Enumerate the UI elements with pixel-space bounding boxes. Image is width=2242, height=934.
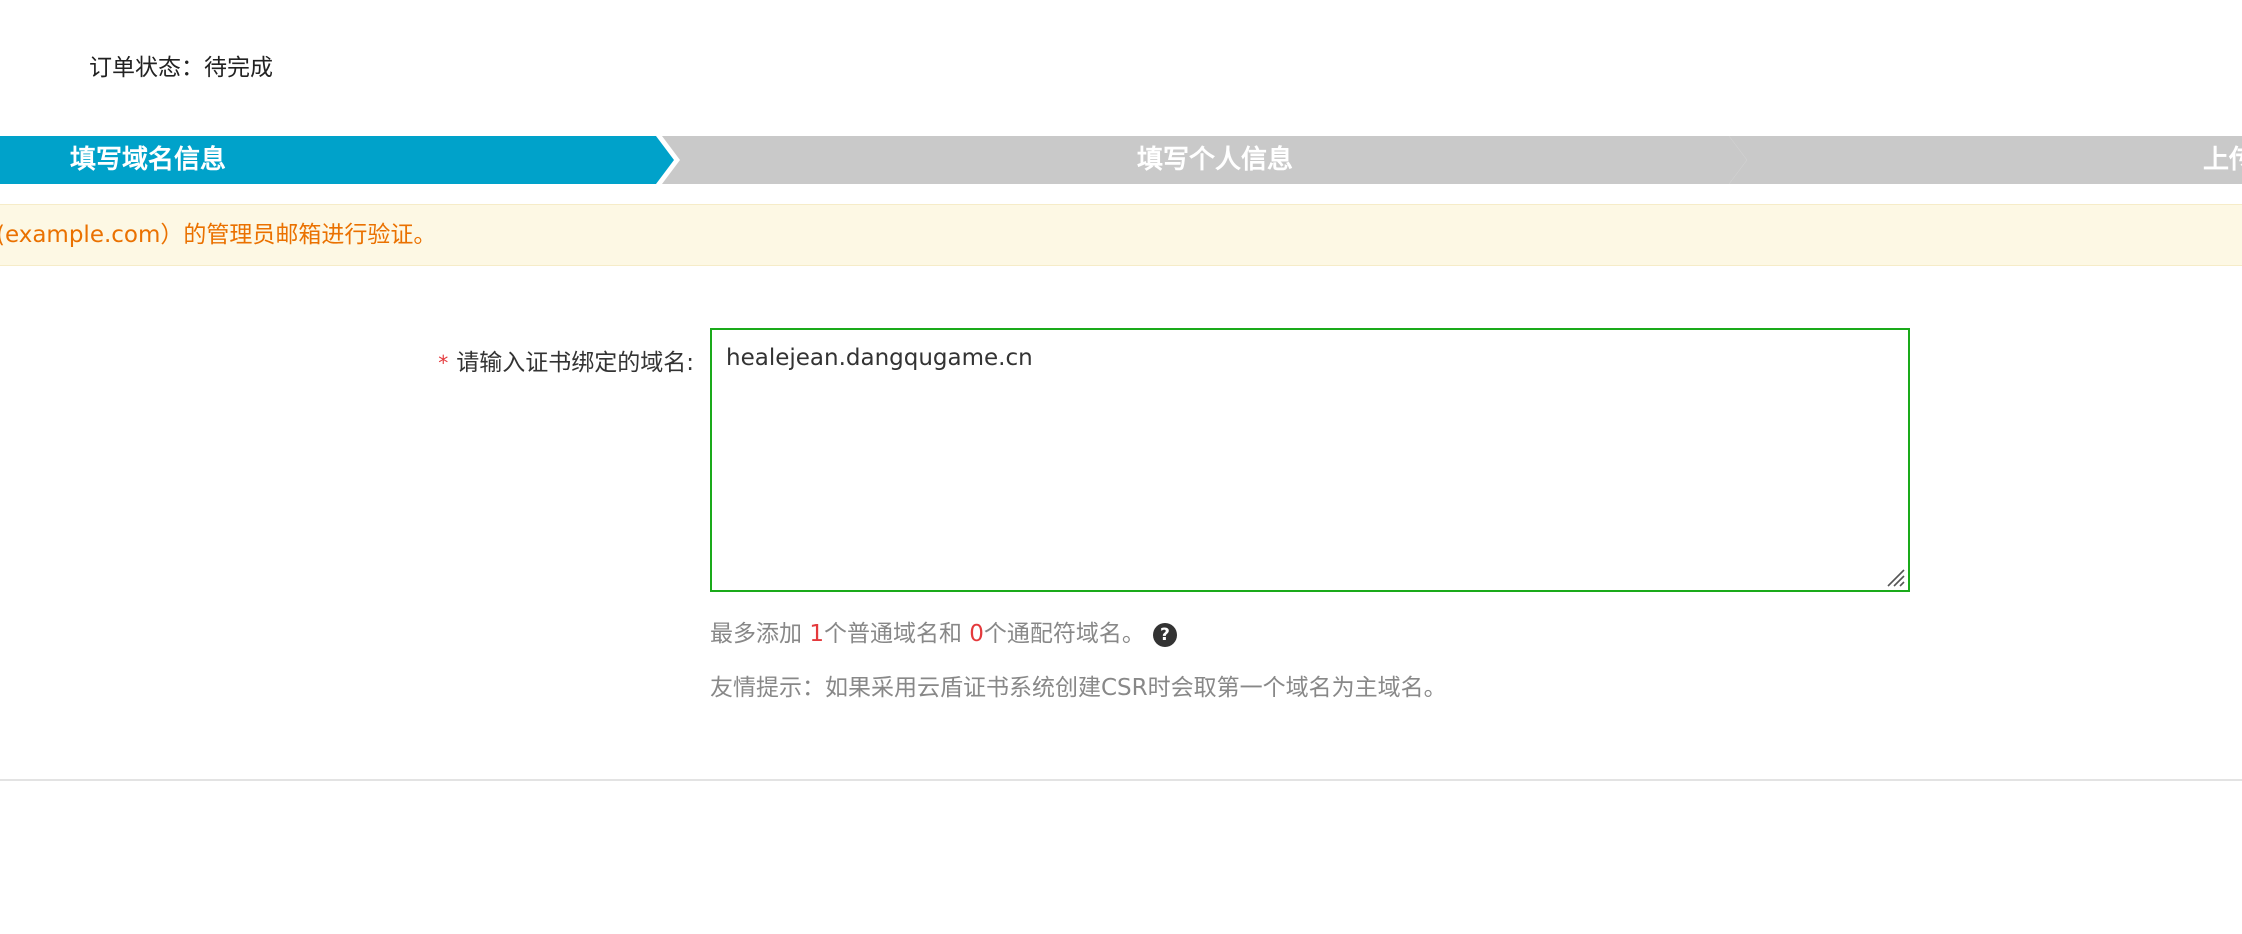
limit-hint-suffix: 个通配符域名。 — [983, 621, 1145, 647]
order-status-label: 订单状态： — [89, 55, 204, 81]
domain-textarea[interactable]: healejean.dangqugame.cn — [710, 328, 1910, 592]
step-progress-bar: 填写域名信息 填写个人信息 上传 — [0, 136, 2242, 184]
order-status: 订单状态：待完成 — [89, 48, 273, 82]
required-mark: * — [438, 351, 449, 375]
help-icon[interactable]: ? — [1152, 623, 1177, 647]
limit-hint-middle: 个普通域名和 — [823, 621, 970, 647]
limit-hint-prefix: 最多添加 — [710, 621, 810, 647]
resize-handle-icon[interactable] — [1882, 564, 1906, 588]
section-divider — [0, 779, 2242, 781]
step-1-label: 填写域名信息 — [70, 145, 227, 175]
step-3-label: 上传 — [2203, 145, 2242, 175]
domain-field-label: * 请输入证书绑定的域名: — [438, 343, 694, 377]
step-arrows — [0, 136, 2242, 184]
step-3-shape — [1729, 136, 2242, 184]
normal-domain-count: 1 — [809, 621, 824, 647]
notice-text: (example.com）的管理员邮箱进行验证。 — [0, 222, 437, 248]
order-status-value: 待完成 — [204, 55, 273, 81]
certificate-order-page: 订单状态：待完成 填写域名信息 填写个人信息 上传 (example.com）的… — [0, 0, 2242, 934]
wildcard-domain-count: 0 — [969, 621, 984, 647]
notice-banner: (example.com）的管理员邮箱进行验证。 — [0, 204, 2242, 266]
domain-label-text: 请输入证书绑定的域名: — [456, 350, 694, 376]
domain-textarea-value: healejean.dangqugame.cn — [726, 345, 1033, 371]
domain-limit-hint: 最多添加 1个普通域名和 0个通配符域名。? — [710, 614, 1177, 648]
csr-tip: 友情提示：如果采用云盾证书系统创建CSR时会取第一个域名为主域名。 — [710, 675, 1447, 701]
step-2-label: 填写个人信息 — [1137, 145, 1294, 175]
